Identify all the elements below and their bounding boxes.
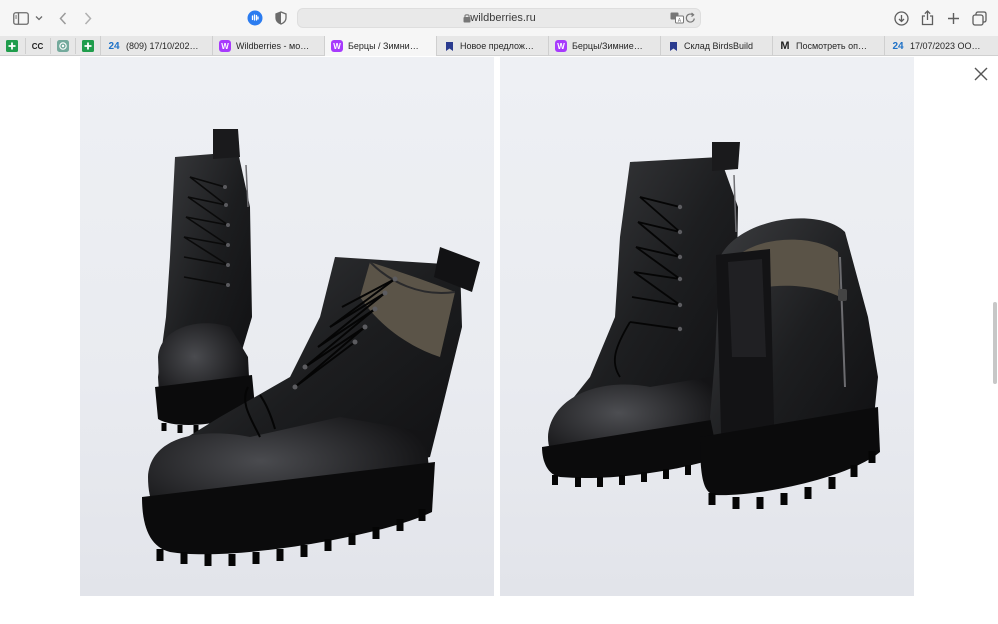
bitrix24-icon: 24 — [892, 40, 904, 52]
tab-label: (809) 17/10/202… — [126, 41, 199, 51]
pinned-tab-2[interactable]: CC — [25, 38, 49, 54]
wildberries-icon: W — [219, 40, 231, 52]
boot-back-left — [155, 129, 255, 433]
bitrix24-icon: 24 — [108, 40, 120, 52]
translate-icon[interactable]: A — [670, 12, 684, 27]
tab-label: Новое предлож… — [460, 41, 534, 51]
skladbird-icon — [443, 40, 455, 52]
reload-icon[interactable] — [685, 12, 696, 27]
pinned-tab-4[interactable] — [75, 38, 99, 54]
privacy-shield-icon[interactable] — [272, 7, 290, 29]
scrollbar-thumb[interactable] — [993, 302, 997, 384]
boot-side-right — [542, 142, 740, 487]
tab-wildberries-main[interactable]: W Wildberries - мо… — [212, 36, 324, 56]
product-photo-right[interactable] — [500, 57, 914, 596]
boot-back-right — [700, 218, 880, 509]
address-bar[interactable]: wildberries.ru A — [297, 8, 701, 28]
tab-new-offer[interactable]: Новое предлож… — [436, 36, 548, 56]
share-icon[interactable] — [918, 7, 936, 29]
image-viewer — [0, 57, 998, 624]
tab-bitrix-809[interactable]: 24 (809) 17/10/202… — [100, 36, 212, 56]
pinned-tab-1[interactable] — [0, 38, 24, 54]
tab-label: Wildberries - мо… — [236, 41, 310, 51]
tab-bitrix-1707[interactable]: 24 17/07/2023 ОО… — [884, 36, 998, 56]
address-text: wildberries.ru — [470, 12, 536, 24]
tab-label: Берцы / Зимни… — [348, 41, 419, 51]
forward-icon[interactable] — [80, 7, 96, 29]
new-tab-icon[interactable] — [944, 7, 962, 29]
tab-berets-active[interactable]: W Берцы / Зимни… — [324, 36, 436, 56]
openai-icon — [56, 40, 69, 52]
pinned-tab-3[interactable] — [50, 38, 74, 54]
tab-overview-icon[interactable] — [970, 7, 988, 29]
close-icon[interactable] — [973, 66, 989, 82]
tab-label: Склад BirdsBuild — [684, 41, 754, 51]
tab-label: 17/07/2023 ОО… — [910, 41, 981, 51]
sidebar-icon[interactable] — [10, 7, 32, 29]
downloads-icon[interactable] — [892, 7, 910, 29]
skladbird-icon — [667, 40, 679, 52]
lock-icon — [463, 13, 471, 26]
green-plus-icon — [81, 40, 94, 52]
tab-sklad-birdsbuild[interactable]: Склад BirdsBuild — [660, 36, 772, 56]
tab-label: Берцы/Зимние… — [572, 41, 643, 51]
extension-blue-shield-icon[interactable] — [246, 7, 264, 29]
tab-bar: CC 24 (809) 17/10/202… W Wildberries - м… — [0, 36, 998, 56]
m-logo-icon: M — [780, 40, 790, 52]
product-photo-left[interactable] — [80, 57, 494, 596]
tab-label: Посмотреть оп… — [796, 41, 867, 51]
cc-icon: CC — [31, 41, 44, 51]
browser-toolbar: wildberries.ru A — [0, 0, 998, 36]
tab-view-options[interactable]: M Посмотреть оп… — [772, 36, 884, 56]
wildberries-icon: W — [331, 40, 343, 52]
sidebar-menu-chevron-icon[interactable] — [33, 7, 45, 29]
svg-text:A: A — [678, 18, 682, 24]
green-plus-icon — [6, 40, 18, 52]
tab-berets-winter[interactable]: W Берцы/Зимние… — [548, 36, 660, 56]
back-icon[interactable] — [55, 7, 71, 29]
wildberries-icon: W — [555, 40, 567, 52]
